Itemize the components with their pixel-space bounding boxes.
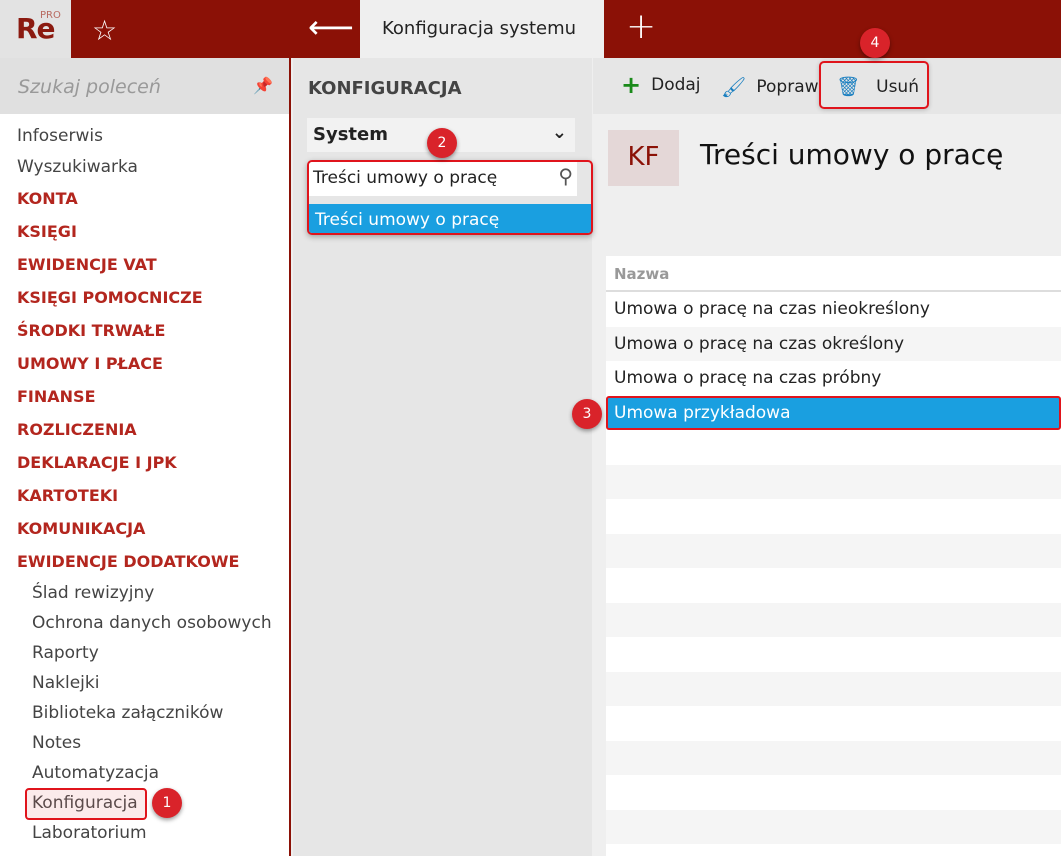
table-row[interactable] xyxy=(606,740,1061,775)
sidebar-subitem[interactable]: Notes xyxy=(32,733,81,753)
sidebar-subitem[interactable]: Automatyzacja xyxy=(32,763,159,783)
table-row[interactable] xyxy=(606,430,1061,465)
table-row[interactable] xyxy=(606,809,1061,844)
table-row[interactable] xyxy=(606,568,1061,603)
sidebar-section[interactable]: KSIĘGI POMOCNICZE xyxy=(17,288,203,307)
config-panel: KONFIGURACJA System ⌄ Treści umowy o prac… xyxy=(293,58,593,856)
column-header-nazwa[interactable]: Nazwa xyxy=(606,256,1061,292)
new-tab-plus-icon[interactable]: + xyxy=(626,6,656,47)
sidebar-section[interactable]: ROZLICZENIA xyxy=(17,420,137,439)
callout-badge: 4 xyxy=(860,28,890,58)
tab-konfiguracja-systemu[interactable]: Konfiguracja systemu xyxy=(360,0,604,58)
plus-icon: + xyxy=(621,70,642,99)
sidebar-section[interactable]: KARTOTEKI xyxy=(17,486,118,505)
sidebar-item[interactable]: Wyszukiwarka xyxy=(17,157,138,177)
sidebar-subitem[interactable]: Ślad rewizyjny xyxy=(32,583,154,603)
filter-box: Treści umowy o pracę ⚲ Treści umowy o pra… xyxy=(307,160,593,235)
search-icon[interactable]: ⚲ xyxy=(558,164,573,188)
filter-input[interactable]: Treści umowy o pracę ⚲ xyxy=(309,162,577,196)
sidebar-section[interactable]: DEKLARACJE I JPK xyxy=(17,453,177,472)
sidebar-section[interactable]: KOMUNIKACJA xyxy=(17,519,145,538)
callout-badge: 3 xyxy=(572,399,602,429)
panel-heading: KONFIGURACJA xyxy=(308,78,462,99)
sidebar-section[interactable]: KSIĘGI xyxy=(17,222,77,241)
table-row[interactable] xyxy=(606,637,1061,672)
table-row[interactable]: Umowa o pracę na czas nieokreślony xyxy=(606,292,1061,327)
sidebar-subitem[interactable]: Ochrona danych osobowych xyxy=(32,613,272,633)
table-row[interactable] xyxy=(606,706,1061,741)
pin-icon[interactable]: 📌 xyxy=(253,76,273,95)
table-row[interactable] xyxy=(606,533,1061,568)
table-row[interactable] xyxy=(606,671,1061,706)
sidebar-section[interactable]: KONTA xyxy=(17,189,78,208)
sidebar-subitem[interactable]: Laboratorium xyxy=(32,823,147,843)
table-row[interactable]: Umowa o pracę na czas określony xyxy=(606,326,1061,361)
sidebar-section[interactable]: EWIDENCJE DODATKOWE xyxy=(17,552,239,571)
sidebar-section[interactable]: UMOWY I PŁACE xyxy=(17,354,163,373)
table-row[interactable] xyxy=(606,602,1061,637)
callout-badge: 2 xyxy=(427,128,457,158)
favorites-star-icon[interactable]: ☆ xyxy=(92,14,117,47)
edit-button[interactable]: 🖌 Popraw xyxy=(721,75,819,99)
sidebar-section[interactable]: FINANSE xyxy=(17,387,96,406)
module-badge: KF xyxy=(608,130,679,186)
sidebar-item[interactable]: Infoserwis xyxy=(17,126,103,146)
sidebar-subitem[interactable]: Naklejki xyxy=(32,673,99,693)
command-search-input[interactable]: Szukaj poleceń 📌 xyxy=(0,58,289,114)
callout-badge: 1 xyxy=(152,788,182,818)
table-row[interactable] xyxy=(606,464,1061,499)
sidebar-section[interactable]: EWIDENCJE VAT xyxy=(17,255,157,274)
brush-icon: 🖌 xyxy=(721,75,747,99)
chevron-down-icon: ⌄ xyxy=(551,122,567,143)
app-logo: Re PRO xyxy=(0,0,71,58)
sidebar-subitem[interactable]: Raporty xyxy=(32,643,99,663)
sidebar-section[interactable]: ŚRODKI TRWAŁE xyxy=(17,321,165,340)
page-title: Treści umowy o pracę xyxy=(700,138,1004,171)
table-row[interactable]: Umowa o pracę na czas próbny xyxy=(606,361,1061,396)
table-row[interactable] xyxy=(606,775,1061,810)
data-grid: Nazwa Umowa o pracę na czas nieokreślony… xyxy=(606,256,1061,856)
highlight-konfiguracja xyxy=(25,788,147,820)
filter-result-item[interactable]: Treści umowy o pracę xyxy=(309,204,591,233)
highlight-delete xyxy=(819,61,929,109)
table-row[interactable] xyxy=(606,499,1061,534)
back-arrow-icon[interactable]: ⟵ xyxy=(308,8,354,46)
table-row[interactable]: Umowa przykładowa xyxy=(606,395,1061,430)
add-button[interactable]: + Dodaj xyxy=(621,70,701,99)
sidebar-subitem[interactable]: Biblioteka załączników xyxy=(32,703,223,723)
